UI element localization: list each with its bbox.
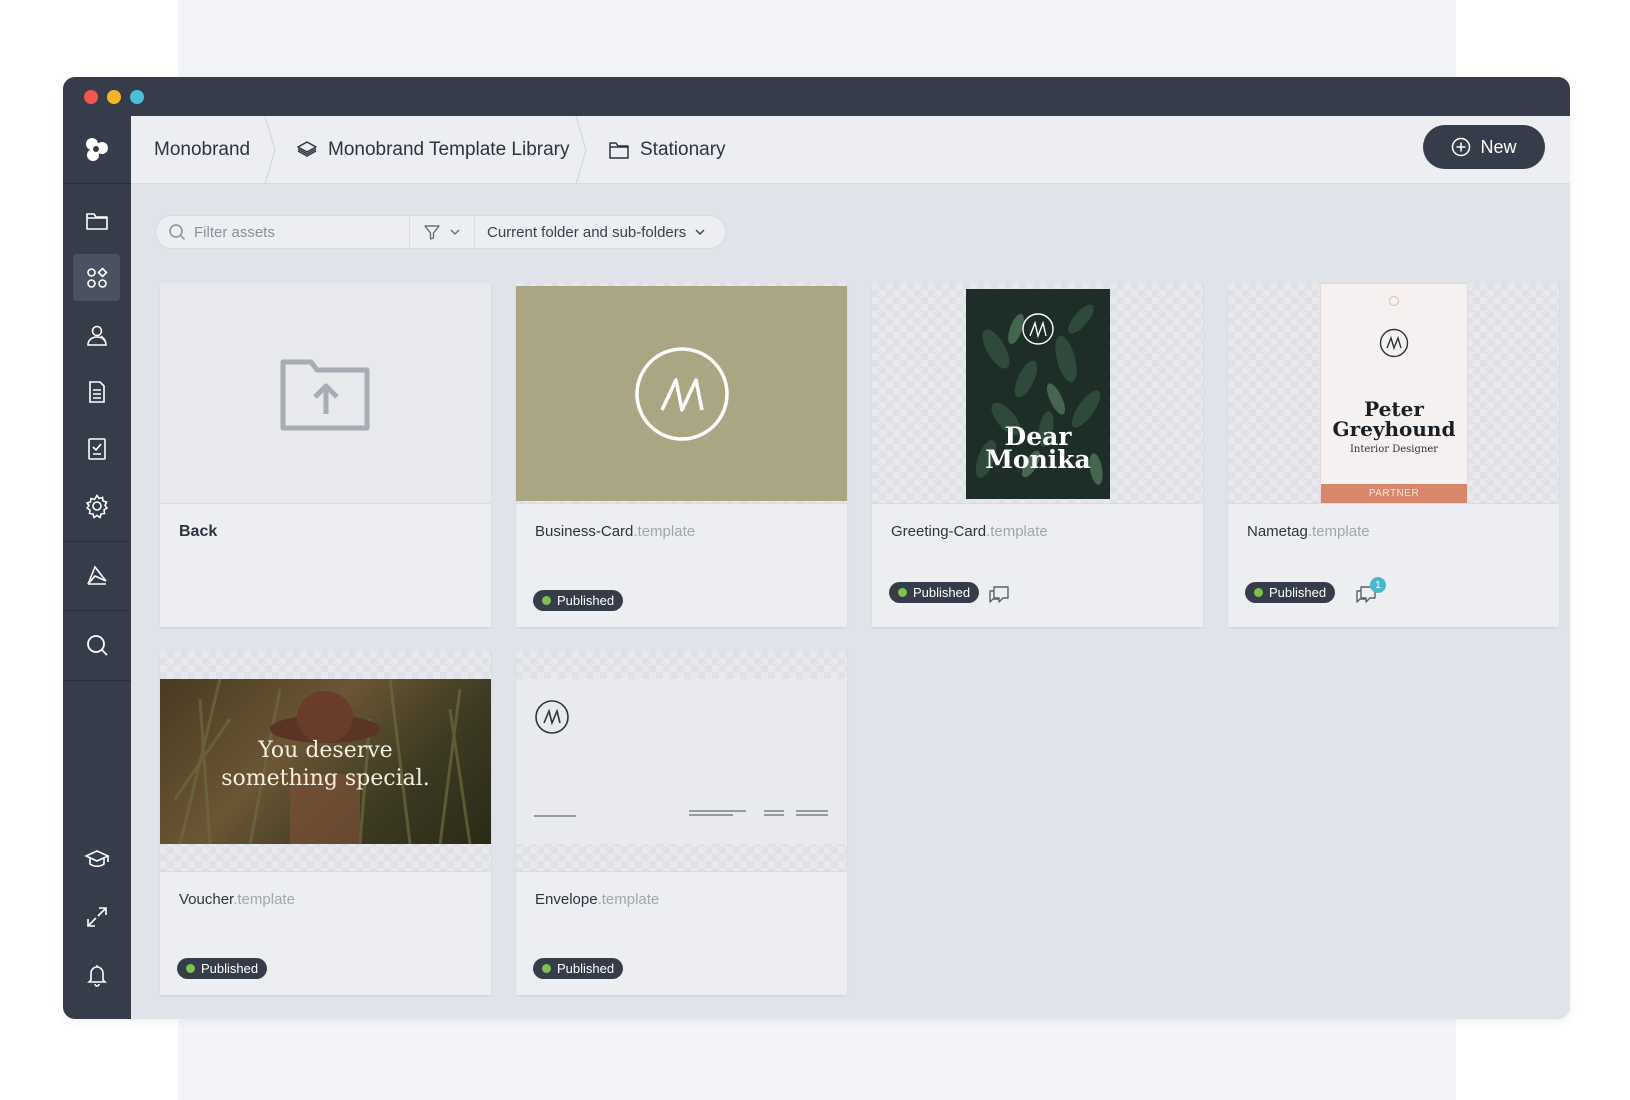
greeting-card-template-card[interactable]: Dear Monika Greeting-Card.template Publi… [872,283,1203,627]
search-icon [86,634,108,656]
sidebar-divider [63,680,131,681]
expand-icon [86,906,107,927]
voucher-template-card[interactable]: You deserve something special. Voucher.t… [160,651,491,995]
nametag-hole [1389,296,1399,306]
sidebar-item-folders[interactable] [73,197,120,244]
filter-assets-input[interactable]: Filter assets [194,224,275,241]
breadcrumb-separator [575,116,587,184]
nametag-partner-bar: PARTNER [1321,484,1467,503]
plus-circle-icon [1452,137,1471,157]
title-bar [63,77,1570,116]
breadcrumb-label: Monobrand [154,139,251,160]
status-badge: Published [177,958,268,979]
greeting-card-preview: Dear Monika [966,289,1110,499]
new-button-label: New [1480,136,1517,157]
sidebar-divider [63,541,131,542]
card-title: Nametag.template [1247,523,1370,540]
card-title: Greeting-Card.template [891,523,1048,540]
breadcrumb-label: Stationary [640,139,726,160]
filter-bar: Filter assets Current folder and sub-fol… [155,215,726,249]
app-window: Monobrand Monobrand Template Library Sta… [63,77,1570,1019]
maximize-window-button[interactable] [130,90,144,104]
business-card-thumbnail [516,283,847,504]
close-window-button[interactable] [84,90,98,104]
nametag-name: Peter Greyhound [1332,397,1456,441]
back-thumbnail [160,283,491,504]
monobrand-logo-icon [635,347,729,441]
graduation-cap-icon [83,849,110,867]
gear-icon [85,493,108,519]
layers-icon [297,141,317,157]
sidebar-divider [63,610,131,611]
brand-logo-icon[interactable] [63,116,131,184]
asset-browser: Filter assets Current folder and sub-fol… [131,184,1570,1019]
sidebar-item-notifications[interactable] [73,951,120,998]
checklist-icon [87,437,106,460]
breadcrumb-separator [264,116,276,184]
breadcrumb-item-template-library[interactable]: Monobrand Template Library [296,116,570,184]
breadcrumb-label: Monobrand Template Library [328,139,570,160]
apps-grid-icon [86,266,108,288]
funnel-icon [424,225,440,240]
monobrand-logo-icon [1379,328,1409,358]
document-list-icon [88,380,105,403]
sidebar-item-tasks[interactable] [73,425,120,472]
breadcrumb: Monobrand Monobrand Template Library Sta… [131,116,1570,184]
card-title: Voucher.template [179,891,295,908]
envelope-preview [516,679,847,844]
voucher-text: You deserve something special. [221,738,430,791]
search-icon [169,224,186,241]
card-title: Envelope.template [535,891,660,908]
card-title: Back [179,523,218,540]
status-badge: Published [533,590,624,611]
monobrand-logo-icon [535,700,569,734]
minimize-window-button[interactable] [107,90,121,104]
envelope-thumbnail [516,651,847,872]
back-card[interactable]: Back [160,283,491,627]
comment-icon[interactable] [987,583,1011,607]
status-badge: Published [889,582,980,603]
voucher-preview: You deserve something special. [160,679,491,844]
sidebar-item-documents[interactable] [73,368,120,415]
breadcrumb-item-stationary[interactable]: Stationary [608,116,726,184]
folder-icon [609,142,629,159]
greeting-card-text: Dear Monika [985,422,1091,474]
sidebar-item-analytics[interactable] [73,551,120,598]
greeting-card-thumbnail: Dear Monika [872,283,1203,504]
sidebar [63,116,131,1019]
status-badge: Published [1245,582,1336,603]
breadcrumb-item-monobrand[interactable]: Monobrand [154,116,250,184]
card-title: Business-Card.template [535,523,696,540]
sidebar-item-templates[interactable] [73,254,120,301]
bell-icon [86,964,107,987]
users-icon [86,325,107,346]
nametag-preview: Peter Greyhound Interior Designer PARTNE… [1320,283,1468,503]
business-card-template-card[interactable]: Business-Card.template Published [516,283,847,627]
nametag-role: Interior Designer [1349,444,1439,455]
folder-scope-label: Current folder and sub-folders [487,223,687,241]
sidebar-item-settings[interactable] [73,482,120,529]
envelope-template-card[interactable]: Envelope.template Published [516,651,847,995]
voucher-thumbnail: You deserve something special. [160,651,491,872]
new-button[interactable]: New [1423,125,1545,169]
chevron-down-icon [695,229,705,235]
analytics-icon [86,564,107,585]
comment-count-badge: 1 [1370,577,1386,593]
filter-type-dropdown[interactable] [410,216,475,248]
sidebar-item-search[interactable] [73,621,120,668]
envelope-footer-lines [534,810,828,817]
sidebar-item-academy[interactable] [73,835,120,882]
status-badge: Published [533,958,624,979]
business-card-preview [516,286,847,501]
folder-icon [85,212,108,230]
folder-upload-icon [280,359,370,431]
comment-button[interactable]: 1 [1354,577,1386,607]
folder-scope-dropdown[interactable]: Current folder and sub-folders [475,216,725,248]
sidebar-item-expand[interactable] [73,893,120,940]
nametag-thumbnail: Peter Greyhound Interior Designer PARTNE… [1228,283,1559,504]
sidebar-item-users[interactable] [73,311,120,358]
nametag-template-card[interactable]: Peter Greyhound Interior Designer PARTNE… [1228,283,1559,627]
chevron-down-icon [450,229,460,235]
filter-search[interactable]: Filter assets [156,216,410,248]
